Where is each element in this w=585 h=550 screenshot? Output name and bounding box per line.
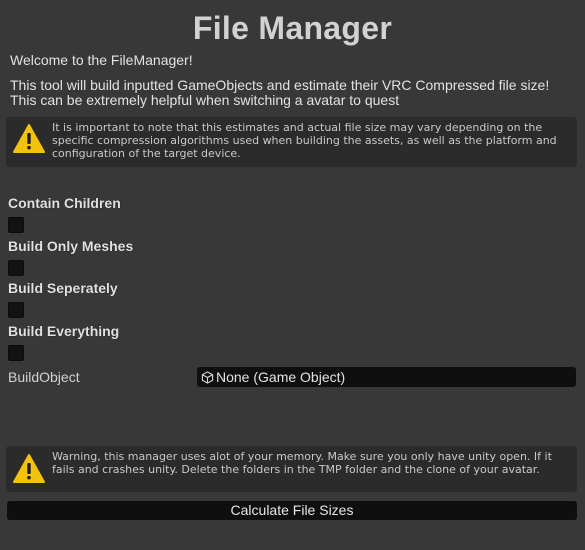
build-object-field[interactable]: None (Game Object) <box>197 367 576 387</box>
build-everything-checkbox[interactable] <box>8 345 24 361</box>
build-object-value: None (Game Object) <box>216 369 346 385</box>
info-help-box: It is important to note that this estima… <box>6 117 577 167</box>
build-only-meshes-label: Build Only Meshes <box>8 238 134 254</box>
warning-icon <box>13 124 45 153</box>
build-object-label: BuildObject <box>8 369 80 385</box>
contain-children-label: Contain Children <box>8 195 121 211</box>
contain-children-checkbox[interactable] <box>8 217 24 233</box>
build-seperately-checkbox[interactable] <box>8 302 24 318</box>
welcome-text: Welcome to the FileManager! <box>10 52 193 68</box>
build-seperately-label: Build Seperately <box>8 280 118 296</box>
warning-message: Warning, this manager uses alot of your … <box>52 450 552 476</box>
build-everything-label: Build Everything <box>8 323 120 339</box>
warning-help-box: Warning, this manager uses alot of your … <box>6 446 577 492</box>
page-title: File Manager <box>192 10 393 46</box>
build-only-meshes-checkbox[interactable] <box>8 260 24 276</box>
warning-icon <box>13 454 45 483</box>
calculate-file-sizes-button[interactable]: Calculate File Sizes <box>7 501 577 520</box>
description-text: This tool will build inputted GameObject… <box>10 77 550 108</box>
cube-icon <box>201 371 214 384</box>
info-message: It is important to note that this estima… <box>52 121 557 160</box>
